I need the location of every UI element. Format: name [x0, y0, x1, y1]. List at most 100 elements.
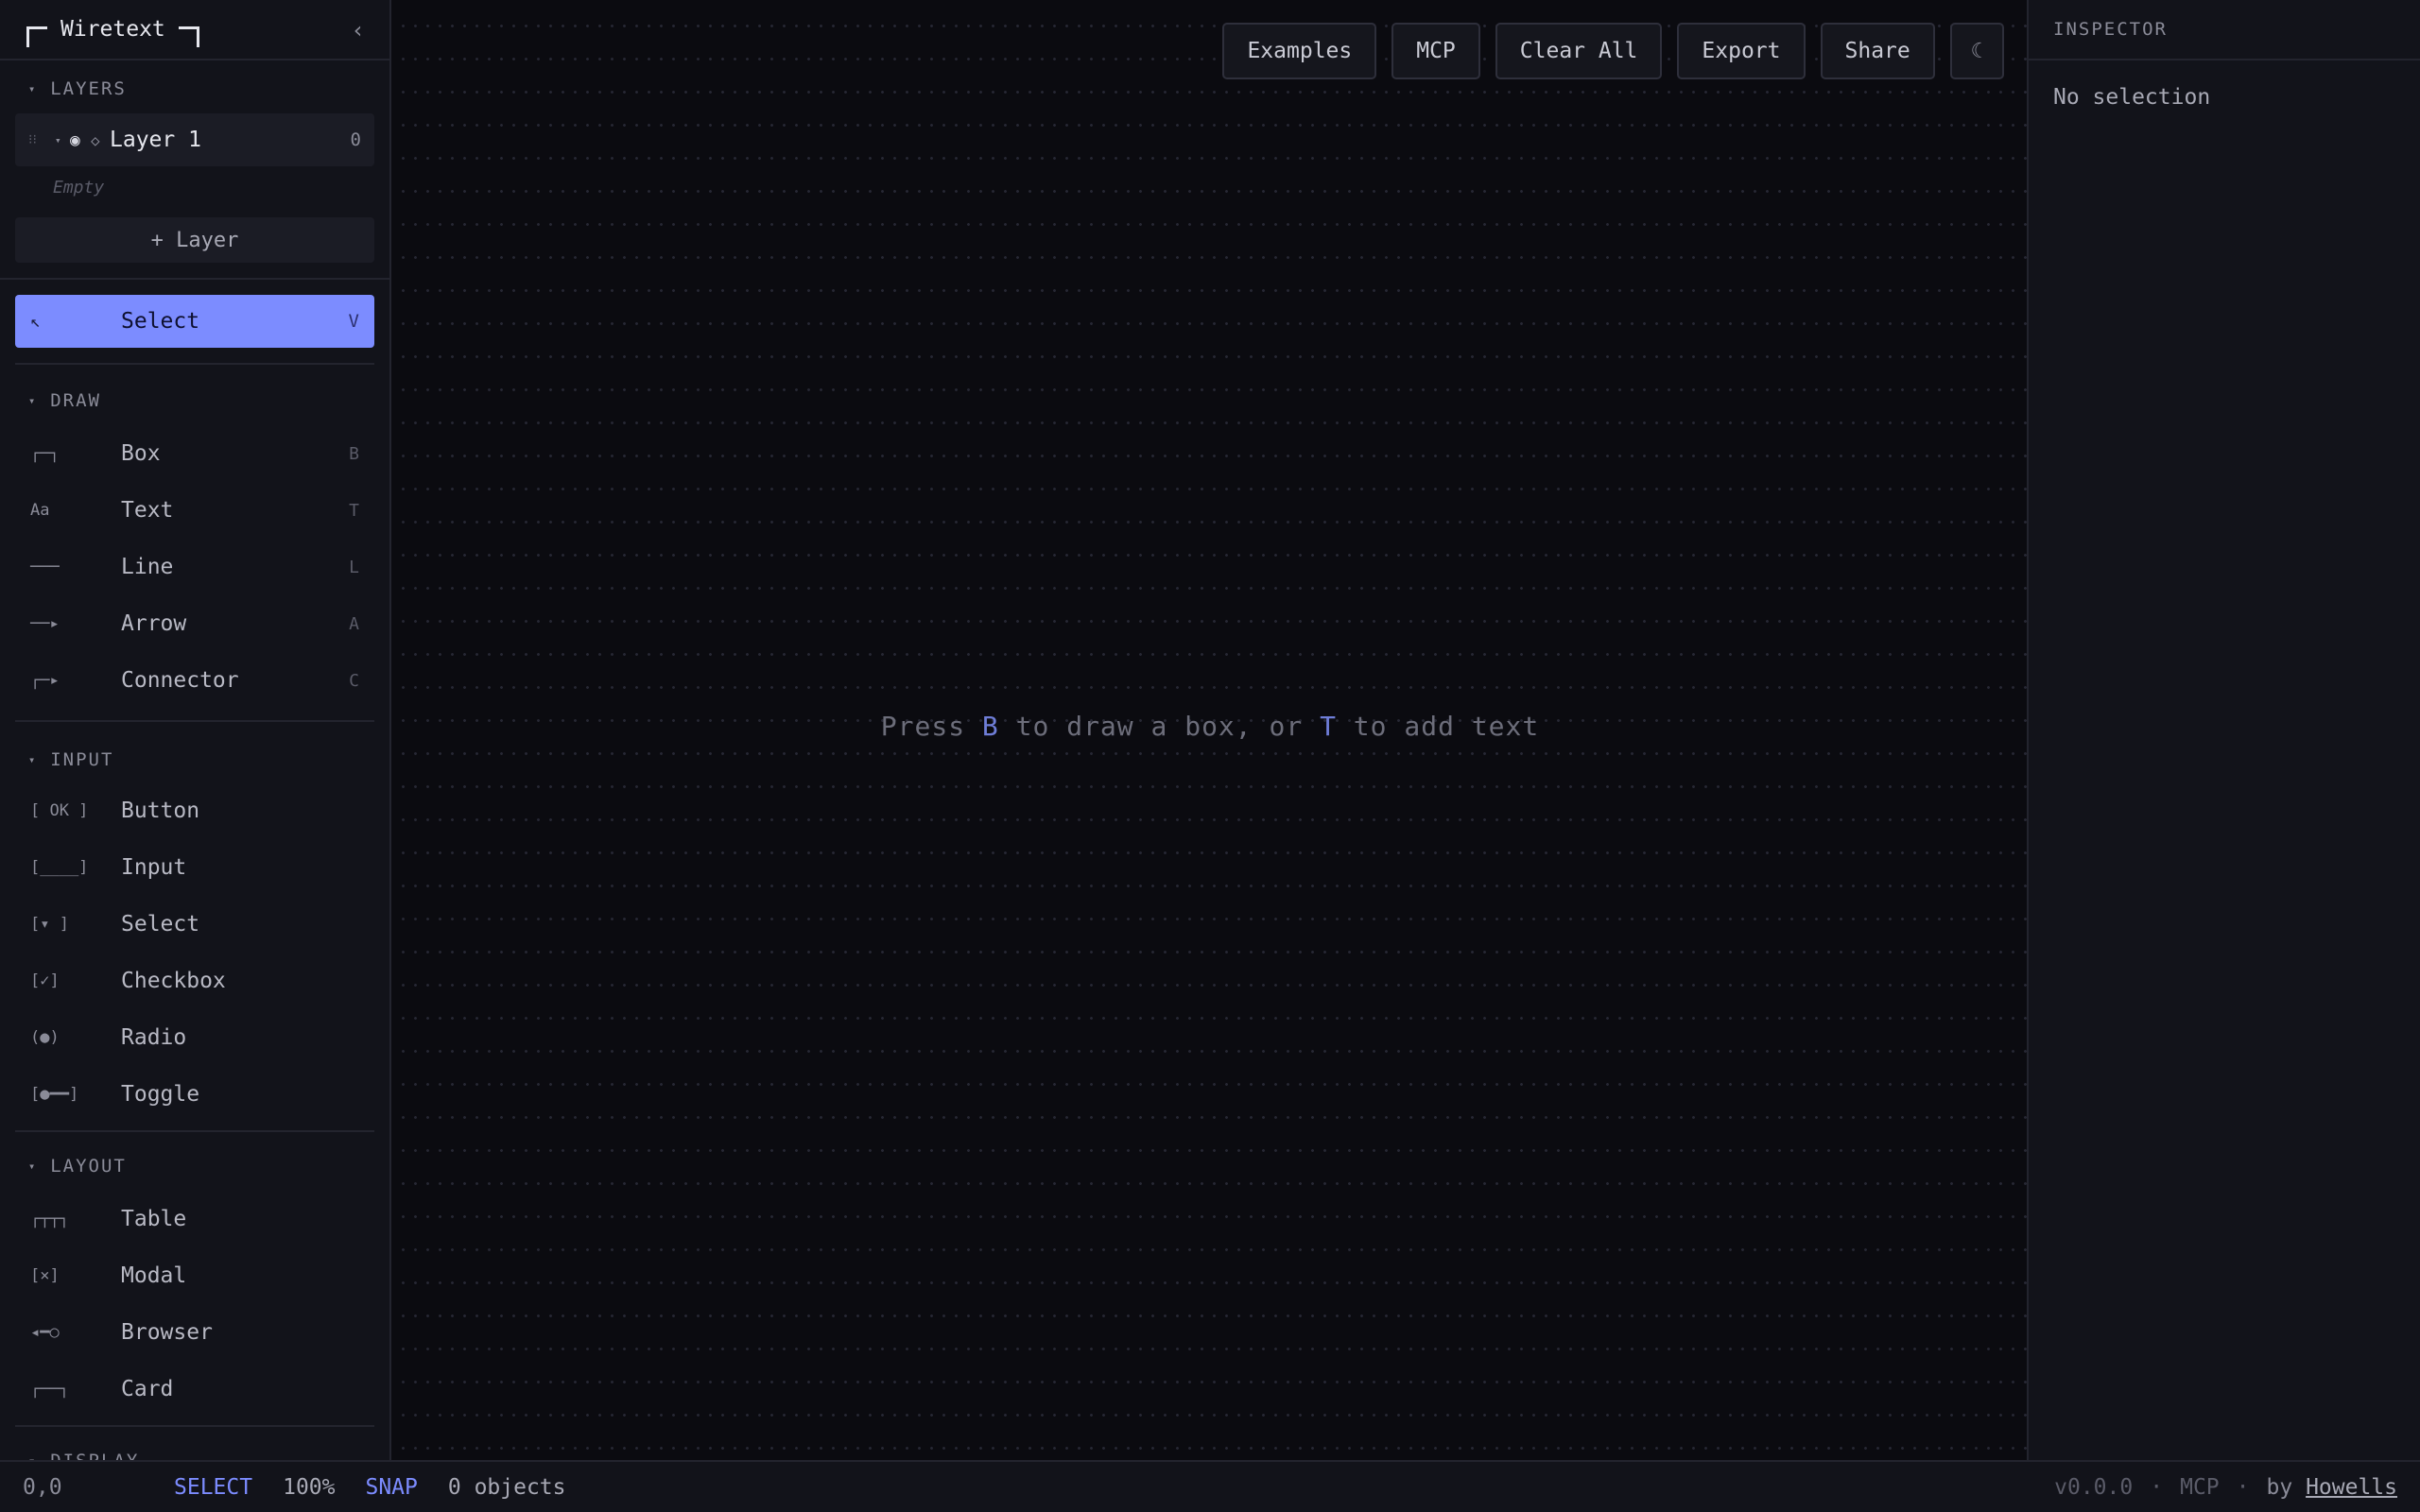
- tool-arrow[interactable]: ──▸ Arrow A: [0, 595, 389, 652]
- mcp-button[interactable]: MCP: [1392, 23, 1480, 79]
- sidebar: Wiretext ‹ ▾ LAYERS ⁝⁝ ▾ ◉ ◇ Layer 1 0 E…: [0, 0, 391, 1460]
- divider: [0, 278, 389, 280]
- layer-name: Layer 1: [110, 128, 201, 152]
- tool-label: Select: [121, 912, 200, 936]
- tool-select[interactable]: ↖ Select V: [15, 295, 374, 348]
- drawing-canvas[interactable]: Examples MCP Clear All Export Share ☾ Pr…: [393, 0, 2027, 1460]
- tool-shortcut: C: [349, 670, 359, 691]
- display-section-header[interactable]: ▾ DISPLAY: [0, 1444, 389, 1460]
- layer-row[interactable]: ⁝⁝ ▾ ◉ ◇ Layer 1 0: [15, 113, 374, 166]
- add-layer-button[interactable]: + Layer: [15, 217, 374, 263]
- connector-icon: ┌─▸: [30, 671, 60, 690]
- draw-heading: DRAW: [50, 390, 101, 411]
- tool-toggle[interactable]: [●━━] Toggle: [0, 1066, 389, 1123]
- collapse-sidebar-icon[interactable]: ‹: [352, 17, 365, 43]
- display-heading: DISPLAY: [50, 1451, 139, 1460]
- hint-text: to draw a box, or: [998, 711, 1321, 742]
- tool-table[interactable]: ┌┬┬┐ Table: [0, 1191, 389, 1247]
- tool-modal[interactable]: [×] Modal: [0, 1247, 389, 1304]
- cursor-icon: ↖: [30, 311, 41, 332]
- tool-label: Line: [121, 555, 174, 579]
- cursor-coordinates: 0,0: [23, 1474, 62, 1500]
- tool-label: Card: [121, 1377, 174, 1401]
- inspector-heading: INSPECTOR: [2029, 0, 2420, 60]
- tool-label: Select: [121, 309, 200, 334]
- card-icon: ┌──┐: [30, 1380, 69, 1399]
- examples-button[interactable]: Examples: [1222, 23, 1377, 79]
- tool-label: Connector: [121, 668, 239, 693]
- tool-browser[interactable]: ◂━○ Browser: [0, 1304, 389, 1361]
- modal-icon: [×]: [30, 1266, 60, 1285]
- tool-label: Arrow: [121, 611, 187, 636]
- snap-toggle[interactable]: SNAP: [365, 1475, 417, 1500]
- layer-empty-text: Empty: [53, 178, 105, 198]
- text-icon: Aa: [30, 501, 50, 520]
- table-icon: ┌┬┬┐: [30, 1210, 69, 1228]
- toggle-icon: [●━━]: [30, 1085, 79, 1104]
- tool-mode-indicator: SELECT: [174, 1474, 253, 1500]
- input-section-header[interactable]: ▾ INPUT: [0, 743, 389, 777]
- canvas-empty-hint: Press B to draw a box, or T to add text: [393, 711, 2027, 742]
- tool-shortcut: V: [348, 311, 359, 332]
- arrow-icon: ──▸: [30, 614, 60, 633]
- layout-section-header[interactable]: ▾ LAYOUT: [0, 1149, 389, 1183]
- tool-label: Button: [121, 799, 200, 823]
- brand-corner-left-icon: [26, 26, 47, 47]
- inspector-panel: INSPECTOR No selection: [2027, 0, 2420, 1460]
- separator: ·: [2150, 1474, 2164, 1500]
- top-toolbar: Examples MCP Clear All Export Share ☾: [1222, 23, 2004, 79]
- browser-icon: ◂━○: [30, 1323, 60, 1342]
- divider: [15, 720, 374, 722]
- zoom-level[interactable]: 100%: [283, 1475, 335, 1500]
- tool-text[interactable]: Aa Text T: [0, 482, 389, 539]
- tool-input[interactable]: [____] Input: [0, 839, 389, 896]
- tool-label: Table: [121, 1207, 187, 1231]
- tool-radio[interactable]: (●) Radio: [0, 1009, 389, 1066]
- tool-label: Text: [121, 498, 174, 523]
- inspector-empty-text: No selection: [2053, 85, 2211, 110]
- tool-select-input[interactable]: [▾ ] Select: [0, 896, 389, 953]
- input-heading: INPUT: [50, 749, 114, 770]
- theme-toggle-moon-icon[interactable]: ☾: [1949, 23, 2004, 79]
- tool-button[interactable]: [ OK ] Button: [0, 782, 389, 839]
- chevron-down-icon[interactable]: ▾: [55, 134, 70, 146]
- tool-card[interactable]: ┌──┐ Card: [0, 1361, 389, 1418]
- layers-section-header[interactable]: ▾ LAYERS: [0, 72, 389, 106]
- tool-box[interactable]: ┌─┐ Box B: [0, 425, 389, 482]
- select-icon: [▾ ]: [30, 915, 69, 934]
- lock-diamond-icon[interactable]: ◇: [91, 131, 110, 149]
- status-bar: 0,0 SELECT 100% SNAP 0 objects v0.0.0 · …: [0, 1460, 2420, 1512]
- draw-section-header[interactable]: ▾ DRAW: [0, 384, 389, 418]
- radio-icon: (●): [30, 1028, 60, 1047]
- tool-label: Box: [121, 441, 161, 466]
- tool-line[interactable]: ─── Line L: [0, 539, 389, 595]
- tool-label: Modal: [121, 1263, 187, 1288]
- brand-header: Wiretext ‹: [0, 0, 389, 60]
- hint-key-box: B: [981, 711, 999, 742]
- mcp-status: MCP: [2180, 1474, 2220, 1500]
- hint-text: to add text: [1336, 711, 1540, 742]
- clear-all-button[interactable]: Clear All: [1495, 23, 1663, 79]
- author-link[interactable]: Howells: [2306, 1475, 2397, 1500]
- brand-name: Wiretext: [60, 17, 165, 42]
- layout-heading: LAYOUT: [50, 1156, 127, 1177]
- object-count: 0 objects: [447, 1474, 566, 1500]
- divider: [15, 1130, 374, 1132]
- export-button[interactable]: Export: [1677, 23, 1806, 79]
- version-label: v0.0.0: [2054, 1474, 2134, 1500]
- hint-key-text: T: [1320, 711, 1337, 742]
- button-icon: [ OK ]: [30, 801, 89, 820]
- box-icon: ┌─┐: [30, 444, 60, 463]
- hint-text: Press: [880, 711, 982, 742]
- brand-corner-right-icon: [178, 26, 199, 47]
- share-button[interactable]: Share: [1820, 23, 1935, 79]
- drag-handle-icon[interactable]: ⁝⁝: [28, 132, 55, 147]
- separator: ·: [2236, 1474, 2250, 1500]
- tool-connector[interactable]: ┌─▸ Connector C: [0, 652, 389, 709]
- chevron-down-icon: ▾: [28, 82, 38, 95]
- tool-checkbox[interactable]: [✓] Checkbox: [0, 953, 389, 1009]
- tool-label: Checkbox: [121, 969, 226, 993]
- tool-shortcut: L: [349, 557, 359, 577]
- divider: [15, 1425, 374, 1427]
- visibility-icon[interactable]: ◉: [70, 130, 91, 150]
